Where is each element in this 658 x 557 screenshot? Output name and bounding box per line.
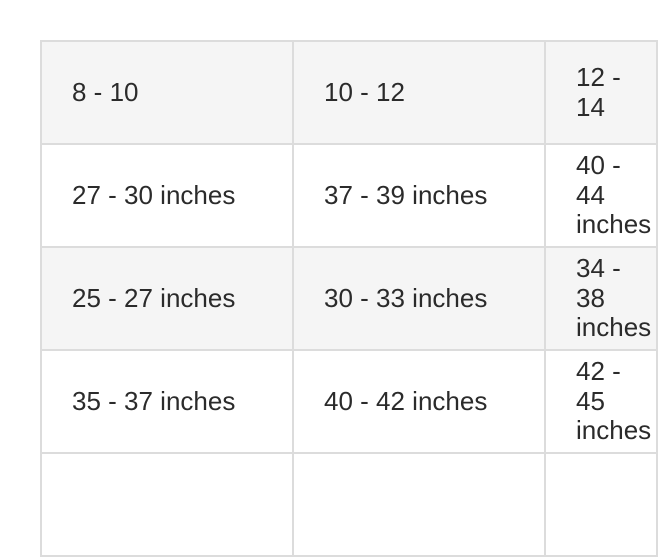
table-cell xyxy=(40,452,294,557)
table-cell: 30 - 33 inches xyxy=(292,246,546,351)
table-cell: 12 - 14 xyxy=(544,40,658,145)
table-cell: 25 - 27 inches xyxy=(40,246,294,351)
table-cell: 34 - 38 inches xyxy=(544,246,658,351)
table-header-row: 8 - 10 10 - 12 12 - 14 xyxy=(40,40,658,145)
table-cell: 8 - 10 xyxy=(40,40,294,145)
table-row: 25 - 27 inches 30 - 33 inches 34 - 38 in… xyxy=(40,246,658,351)
size-chart-table: 8 - 10 10 - 12 12 - 14 27 - 30 inches 37… xyxy=(40,40,658,557)
table-cell: 35 - 37 inches xyxy=(40,349,294,454)
table-row: 27 - 30 inches 37 - 39 inches 40 - 44 in… xyxy=(40,143,658,248)
table-row xyxy=(40,452,658,557)
table-cell: 27 - 30 inches xyxy=(40,143,294,248)
table-cell: 42 - 45 inches xyxy=(544,349,658,454)
table-cell: 37 - 39 inches xyxy=(292,143,546,248)
table-cell xyxy=(544,452,658,557)
table-cell: 10 - 12 xyxy=(292,40,546,145)
table-cell: 40 - 44 inches xyxy=(544,143,658,248)
table-cell xyxy=(292,452,546,557)
table-row: 35 - 37 inches 40 - 42 inches 42 - 45 in… xyxy=(40,349,658,454)
table-cell: 40 - 42 inches xyxy=(292,349,546,454)
